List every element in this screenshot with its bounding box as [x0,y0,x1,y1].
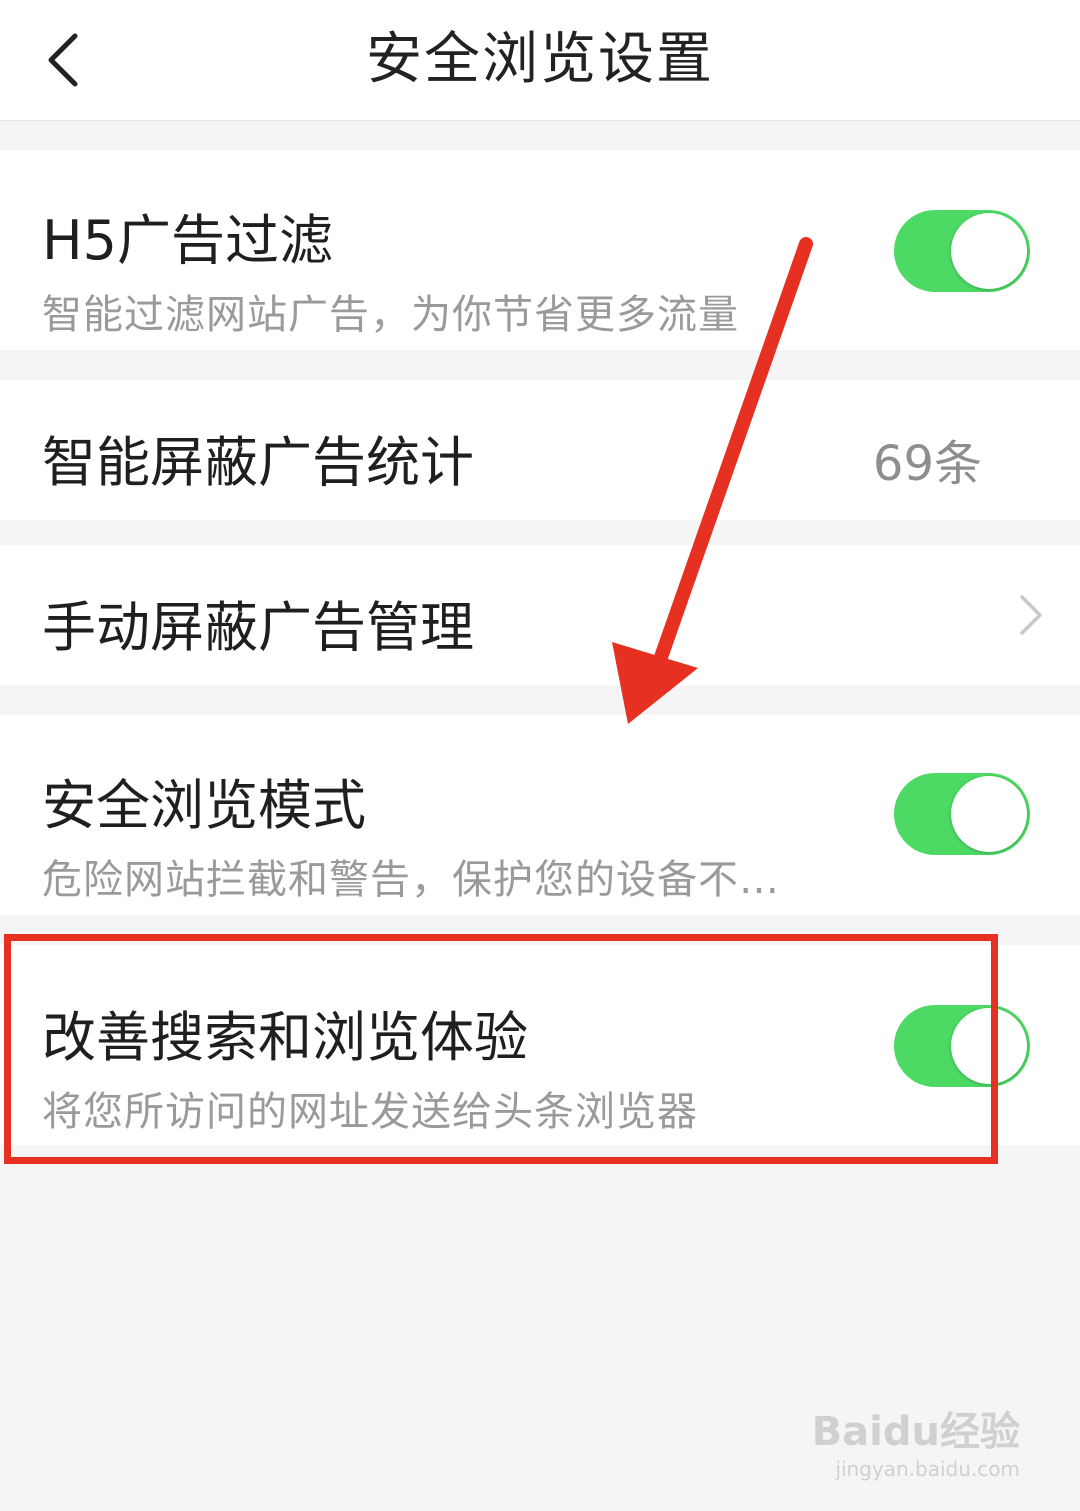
setting-row-improve-experience: 改善搜索和浏览体验 将您所访问的网址发送给头条浏览器 [0,945,1080,1145]
ad-block-count: 69条 [872,436,982,492]
improve-experience-toggle[interactable] [894,1005,1030,1087]
setting-label: H5广告过滤 [42,209,333,272]
safe-browsing-toggle[interactable] [894,773,1030,855]
setting-label: 安全浏览模式 [42,774,366,837]
setting-row-manual-ad-block[interactable]: 手动屏蔽广告管理 [0,545,1080,685]
watermark: Baidu经验 jingyan.baidu.com [812,1399,1020,1481]
setting-description: 危险网站拦截和警告，保护您的设备不… [42,857,780,903]
setting-label: 改善搜索和浏览体验 [42,1006,528,1069]
toggle-knob [951,1008,1027,1084]
watermark-brand: Baidu经验 [811,1409,1020,1455]
setting-description: 智能过滤网站广告，为你节省更多流量 [42,292,739,338]
h5-ad-filter-toggle[interactable] [894,210,1030,292]
chevron-right-icon [1020,595,1042,635]
setting-description: 将您所访问的网址发送给头条浏览器 [42,1089,698,1135]
setting-row-ad-block-stats[interactable]: 智能屏蔽广告统计 69条 [0,380,1080,520]
page-title: 安全浏览设置 [366,27,714,92]
watermark-url: jingyan.baidu.com [835,1457,1020,1481]
header-bar: 安全浏览设置 [0,0,1080,121]
setting-label: 手动屏蔽广告管理 [42,596,474,659]
setting-row-h5-ad-filter: H5广告过滤 智能过滤网站广告，为你节省更多流量 [0,150,1080,350]
setting-row-safe-browsing: 安全浏览模式 危险网站拦截和警告，保护您的设备不… [0,715,1080,915]
setting-label: 智能屏蔽广告统计 [42,431,474,494]
toggle-knob [951,213,1027,289]
toggle-knob [951,776,1027,852]
